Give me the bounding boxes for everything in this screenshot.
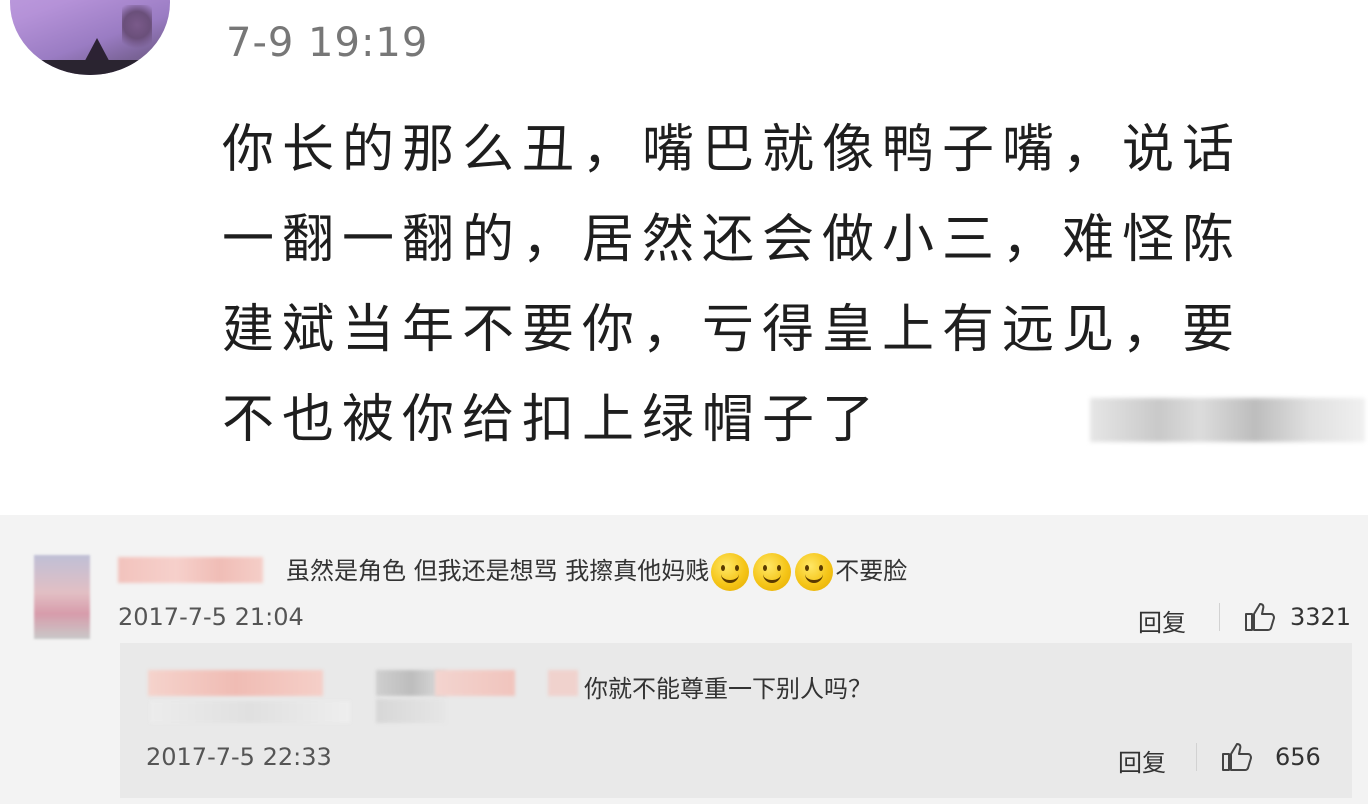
- reply-timestamp: 2017-7-5 22:33: [146, 743, 332, 771]
- mention-name-blurred: [435, 670, 515, 696]
- nested-reply: 你就不能尊重一下别人吗？ 2017-7-5 22:33 回复 656: [120, 643, 1352, 798]
- commenter-name-blurred[interactable]: [118, 557, 263, 583]
- post-timestamp: 7-9 19:19: [226, 20, 429, 66]
- reply-button[interactable]: 回复: [1118, 743, 1166, 778]
- mention-name-blurred: [548, 670, 578, 696]
- like-count: 3321: [1290, 603, 1352, 631]
- comment-text: 虽然是角色 但我还是想骂 我擦真他妈贱 不要脸: [286, 551, 907, 591]
- smiley-icon: [795, 553, 834, 591]
- comment-text-tail: 不要脸: [835, 557, 908, 585]
- replier-name-blurred[interactable]: [148, 670, 323, 696]
- avatar-tree-shape: [122, 5, 152, 55]
- redacted-text-blur: [1090, 398, 1365, 442]
- reply-text: 你就不能尊重一下别人吗？: [584, 675, 872, 703]
- thumbs-up-icon[interactable]: [1243, 601, 1277, 633]
- avatar-ground-shape: [10, 60, 170, 75]
- smiley-icon: [711, 553, 750, 591]
- action-divider: [1219, 603, 1220, 631]
- like-count: 656: [1275, 743, 1321, 771]
- action-divider: [1196, 743, 1197, 771]
- original-post: 7-9 19:19 你长的那么丑，嘴巴就像鸭子嘴，说话一翻一翻的，居然还会做小三…: [0, 0, 1368, 515]
- redacted-blur: [376, 699, 446, 723]
- poster-avatar[interactable]: [10, 0, 170, 75]
- commenter-avatar-blurred[interactable]: [34, 555, 90, 639]
- comment-timestamp: 2017-7-5 21:04: [118, 603, 304, 631]
- comment-text-main: 虽然是角色 但我还是想骂 我擦真他妈贱: [286, 557, 710, 585]
- comments-section: 虽然是角色 但我还是想骂 我擦真他妈贱 不要脸 2017-7-5 21:04 回复…: [0, 515, 1368, 804]
- smiley-icon: [753, 553, 792, 591]
- redacted-blur: [150, 701, 350, 723]
- thumbs-up-icon[interactable]: [1220, 741, 1254, 773]
- reply-button[interactable]: 回复: [1138, 603, 1186, 638]
